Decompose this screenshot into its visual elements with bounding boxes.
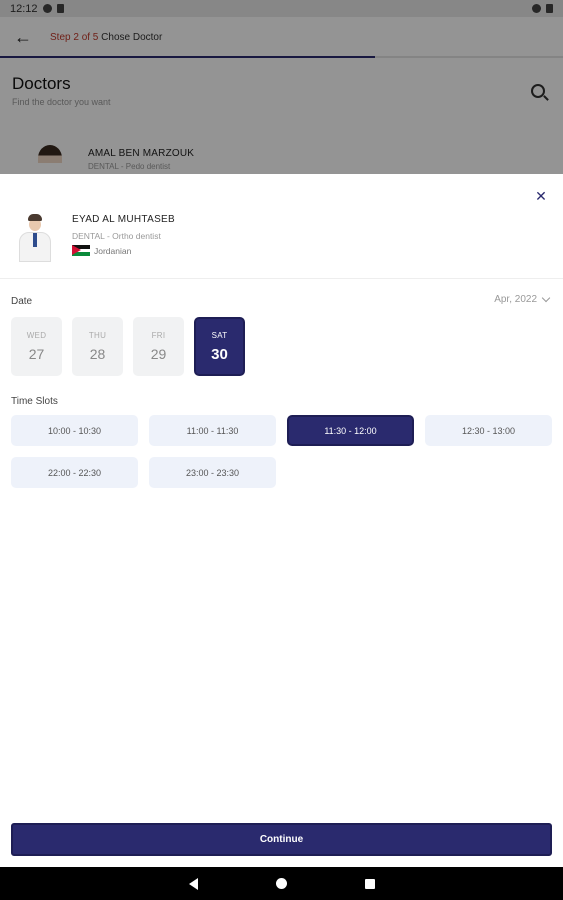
doctor-card: EYAD AL MUHTASEB DENTAL - Ortho dentist …: [18, 212, 175, 262]
day-option[interactable]: FRI 29: [133, 317, 184, 376]
nav-home-icon[interactable]: [275, 878, 287, 889]
time-slot[interactable]: 10:00 - 10:30: [11, 415, 138, 446]
doctor-name: EYAD AL MUHTASEB: [72, 214, 175, 225]
time-slots-label: Time Slots: [11, 396, 58, 407]
system-nav-bar: [0, 867, 563, 900]
close-icon[interactable]: ✕: [533, 188, 549, 204]
time-slot[interactable]: 11:00 - 11:30: [149, 415, 276, 446]
day-number: 28: [89, 346, 106, 362]
day-number: 30: [211, 345, 228, 363]
day-number: 29: [150, 346, 167, 362]
day-picker: WED 27 THU 28 FRI 29 SAT 30: [11, 317, 245, 376]
modal-scrim[interactable]: [0, 0, 563, 174]
day-name: THU: [88, 331, 107, 340]
time-slot[interactable]: 22:00 - 22:30: [11, 457, 138, 488]
nav-recents-icon[interactable]: [364, 878, 375, 889]
time-slot-selected[interactable]: 11:30 - 12:00: [287, 415, 414, 446]
chevron-down-icon: [541, 293, 551, 302]
month-selector[interactable]: Apr, 2022: [494, 293, 551, 305]
time-slot[interactable]: 23:00 - 23:30: [149, 457, 276, 488]
day-name: SAT: [211, 330, 228, 340]
day-option[interactable]: THU 28: [72, 317, 123, 376]
day-name: WED: [26, 331, 47, 340]
time-slot[interactable]: 12:30 - 13:00: [425, 415, 552, 446]
avatar: [18, 212, 52, 262]
time-slot-grid: 10:00 - 10:30 11:00 - 11:30 11:30 - 12:0…: [11, 415, 552, 488]
day-number: 27: [28, 346, 45, 362]
day-option[interactable]: WED 27: [11, 317, 62, 376]
booking-sheet: ✕ EYAD AL MUHTASEB DENTAL - Ortho dentis…: [0, 174, 563, 867]
divider: [0, 278, 563, 279]
doctor-nationality: Jordanian: [72, 245, 175, 256]
month-label: Apr, 2022: [494, 294, 537, 305]
day-option-selected[interactable]: SAT 30: [194, 317, 245, 376]
doctor-specialty: DENTAL - Ortho dentist: [72, 231, 161, 241]
day-name: FRI: [151, 331, 166, 340]
nationality-label: Jordanian: [94, 245, 132, 256]
nav-back-icon[interactable]: [188, 877, 198, 890]
jordan-flag-icon: [72, 245, 90, 256]
date-label: Date: [11, 296, 33, 307]
continue-button[interactable]: Continue: [11, 823, 552, 856]
